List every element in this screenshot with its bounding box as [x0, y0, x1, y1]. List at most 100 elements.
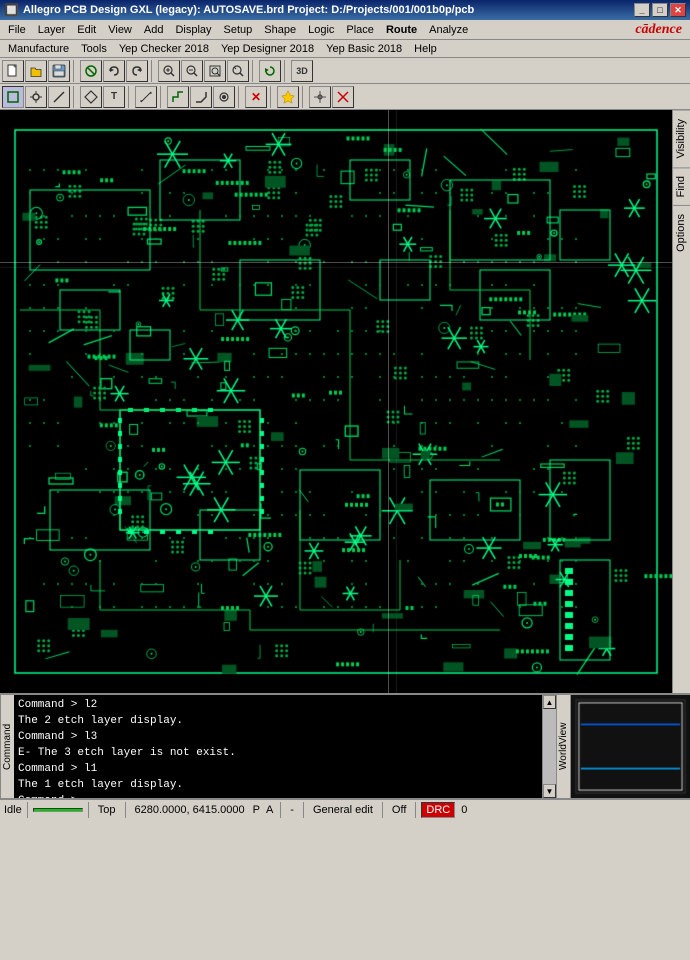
menu-edit[interactable]: Edit	[71, 22, 102, 38]
status-sep-3	[125, 802, 126, 818]
status-sep-4	[280, 802, 281, 818]
menu-route[interactable]: Route	[380, 22, 423, 38]
route-connect-button[interactable]	[167, 86, 189, 108]
bottom-area: Command Command > l2 The 2 etch layer di…	[0, 693, 690, 798]
log-line-7: Command >	[18, 793, 538, 798]
zoom-previous-button[interactable]	[227, 60, 249, 82]
find-tab[interactable]: Find	[673, 167, 690, 205]
close-button[interactable]: ✕	[670, 3, 686, 17]
undo-button[interactable]	[103, 60, 125, 82]
menu-setup[interactable]: Setup	[218, 22, 259, 38]
options-tab[interactable]: Options	[673, 205, 690, 260]
menu-bar-2: Manufacture Tools Yep Checker 2018 Yep D…	[0, 40, 690, 58]
hilight-button[interactable]	[277, 86, 299, 108]
status-sep-7	[415, 802, 416, 818]
snap-button[interactable]	[309, 86, 331, 108]
menu-place[interactable]: Place	[340, 22, 380, 38]
menu-file[interactable]: File	[2, 22, 32, 38]
app-icon: 🔲	[4, 3, 19, 17]
scroll-track	[543, 709, 556, 784]
menu-yep-basic[interactable]: Yep Basic 2018	[320, 41, 408, 57]
log-scrollbar[interactable]: ▲ ▼	[542, 695, 556, 798]
shape-button[interactable]	[80, 86, 102, 108]
zoom-in-button[interactable]	[158, 60, 180, 82]
menu-help[interactable]: Help	[408, 41, 443, 57]
title-text: 🔲 Allegro PCB Design GXL (legacy): AUTOS…	[4, 3, 474, 17]
status-sep-2	[88, 802, 89, 818]
menu-display[interactable]: Display	[169, 22, 217, 38]
line-select-button[interactable]	[48, 86, 70, 108]
sep10	[302, 86, 306, 108]
log-line-4: E- The 3 etch layer is not exist.	[18, 745, 538, 761]
maximize-button[interactable]: □	[652, 3, 668, 17]
main-layout: Visibility Find Options	[0, 110, 690, 693]
status-sep-1	[27, 802, 28, 818]
select-button[interactable]	[2, 86, 24, 108]
p-flag: P	[251, 804, 262, 816]
new-button[interactable]	[2, 60, 24, 82]
window-title: Allegro PCB Design GXL (legacy): AUTOSAV…	[23, 4, 474, 16]
refresh-button[interactable]	[259, 60, 281, 82]
scroll-down-button[interactable]: ▼	[543, 784, 556, 798]
status-sep-5	[303, 802, 304, 818]
point-select-button[interactable]	[25, 86, 47, 108]
redo-button[interactable]	[126, 60, 148, 82]
menu-analyze[interactable]: Analyze	[423, 22, 474, 38]
log-line-3: Command > l3	[18, 729, 538, 745]
3d-button[interactable]: 3D	[291, 60, 313, 82]
text-button[interactable]: T	[103, 86, 125, 108]
layer-status: Top	[94, 804, 120, 816]
idle-status: Idle	[4, 804, 22, 816]
off-status: Off	[388, 804, 410, 816]
menu-bar: File Layer Edit View Add Display Setup S…	[0, 20, 690, 40]
via-button[interactable]	[213, 86, 235, 108]
menu-manufacture[interactable]: Manufacture	[2, 41, 75, 57]
zoom-fit-button[interactable]	[204, 60, 226, 82]
menu-tools[interactable]: Tools	[75, 41, 113, 57]
add-connect-button[interactable]	[80, 60, 102, 82]
worldview-panel	[570, 695, 690, 798]
menu-layer[interactable]: Layer	[32, 22, 72, 38]
menu-view[interactable]: View	[102, 22, 138, 38]
green-indicator	[33, 808, 83, 812]
pcb-canvas[interactable]	[0, 110, 672, 693]
pcb-canvas-area[interactable]	[0, 110, 672, 693]
a-flag: A	[264, 804, 275, 816]
dash-status: -	[286, 804, 298, 816]
cadence-logo: cādence	[629, 22, 688, 38]
sep8	[238, 86, 242, 108]
menu-add[interactable]: Add	[138, 22, 170, 38]
delete-button[interactable]: ✕	[245, 86, 267, 108]
log-line-1: Command > l2	[18, 697, 538, 713]
worldview-canvas[interactable]	[571, 695, 690, 798]
status-sep-6	[382, 802, 383, 818]
log-line-5: Command > l1	[18, 761, 538, 777]
menu-yep-checker[interactable]: Yep Checker 2018	[113, 41, 215, 57]
scroll-up-button[interactable]: ▲	[543, 695, 556, 709]
worldview-label: WorldView	[556, 695, 570, 798]
open-button[interactable]	[25, 60, 47, 82]
log-panel[interactable]: Command > l2 The 2 etch layer display. C…	[14, 695, 542, 798]
menu-shape[interactable]: Shape	[258, 22, 302, 38]
sep1	[73, 60, 77, 82]
sep2	[151, 60, 155, 82]
menu-yep-designer[interactable]: Yep Designer 2018	[215, 41, 320, 57]
log-line-2: The 2 etch layer display.	[18, 713, 538, 729]
mode-status: General edit	[309, 804, 377, 816]
minimize-button[interactable]: _	[634, 3, 650, 17]
right-panel-tabs: Visibility Find Options	[672, 110, 690, 693]
route-45-button[interactable]	[190, 86, 212, 108]
measure-button[interactable]	[135, 86, 157, 108]
sep7	[160, 86, 164, 108]
dehilight-button[interactable]	[332, 86, 354, 108]
drc-count: 0	[457, 804, 471, 816]
visibility-tab[interactable]: Visibility	[673, 110, 690, 167]
sep9	[270, 86, 274, 108]
zoom-out-button[interactable]	[181, 60, 203, 82]
command-label: Command	[0, 695, 14, 798]
sep3	[252, 60, 256, 82]
status-bar: Idle Top 6280.0000, 6415.0000 P A - Gene…	[0, 798, 690, 820]
toolbar-1: 3D	[0, 58, 690, 84]
save-button[interactable]	[48, 60, 70, 82]
menu-logic[interactable]: Logic	[302, 22, 340, 38]
